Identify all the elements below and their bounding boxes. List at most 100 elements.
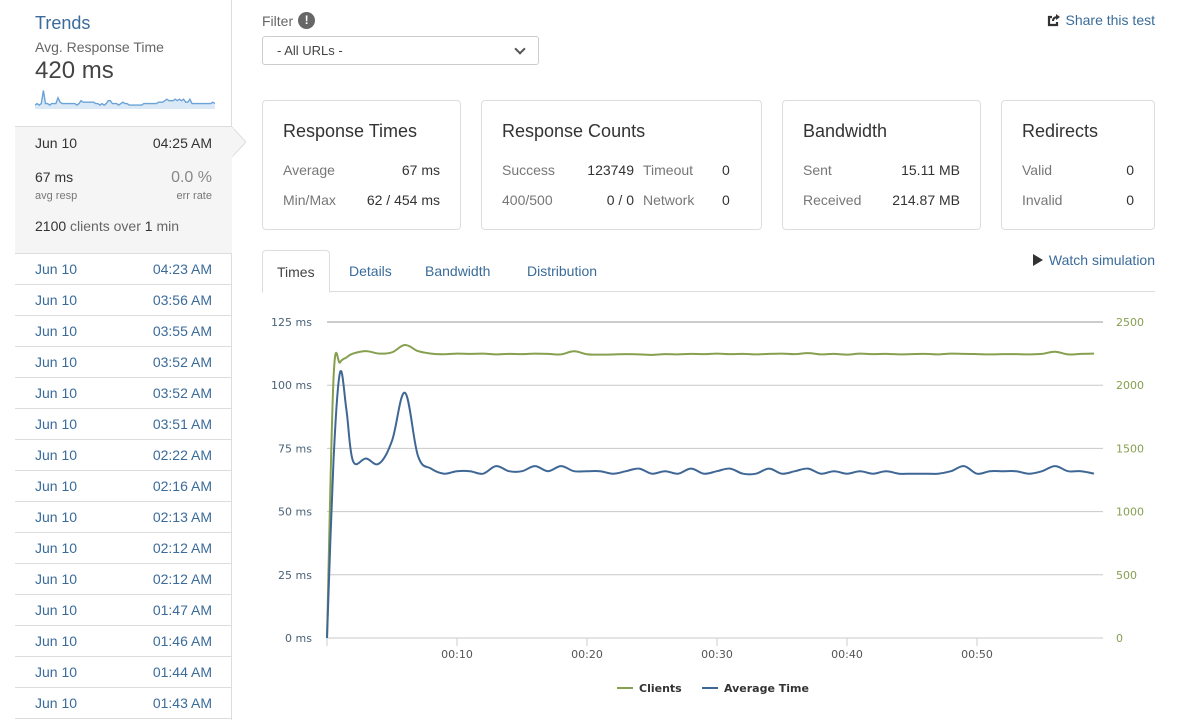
y-right-tick-label: 1000 <box>1116 506 1144 519</box>
y-left-tick-label: 125 ms <box>271 316 312 329</box>
watch-simulation-link[interactable]: Watch simulation <box>1032 252 1155 268</box>
run-list-item[interactable]: Jun 10 02:22 AM <box>15 440 232 471</box>
redirects-title: Redirects <box>1022 121 1099 141</box>
trends-panel: Trends Avg. Response Time 420 ms <box>15 0 231 126</box>
legend-label[interactable]: Average Time <box>724 682 809 695</box>
run-time: 03:51 AM <box>152 416 212 432</box>
run-list-item[interactable]: Jun 10 02:16 AM <box>15 471 232 502</box>
y-right-tick-label: 1500 <box>1116 442 1144 455</box>
clients-count: 2100 <box>35 218 67 234</box>
y-left-tick-label: 0 ms <box>285 632 312 645</box>
x-tick-label: 00:10 <box>441 648 473 661</box>
response-times-title: Response Times <box>283 121 418 141</box>
selected-run-date: Jun 10 <box>35 135 78 151</box>
info-icon[interactable]: ! <box>298 12 316 29</box>
run-date: Jun 10 <box>35 571 78 587</box>
timeout-value: 0 <box>722 162 730 178</box>
run-time: 01:47 AM <box>152 602 212 618</box>
series-line-average-time <box>326 369 1095 639</box>
legend-label[interactable]: Clients <box>639 682 682 695</box>
response-times-card: Response Times Average 67 ms Min/Max 62 / … <box>262 100 461 230</box>
series-line-clients <box>326 344 1095 639</box>
tab-details[interactable]: Details <box>349 250 392 292</box>
run-time: 02:13 AM <box>152 509 212 525</box>
y-right-tick-label: 2500 <box>1116 316 1144 329</box>
run-date: Jun 10 <box>35 354 78 370</box>
avg-resp-value: 67 ms <box>35 169 74 185</box>
run-list-item[interactable]: Jun 10 03:56 AM <box>15 285 232 316</box>
run-list-item[interactable]: Jun 10 03:52 AM <box>15 347 232 378</box>
bandwidth-card: Bandwidth Sent 15.11 MB Received 214.87 MB <box>782 100 981 230</box>
run-list: Jun 10 04:23 AM Jun 10 03:56 AM Jun 10 03:55 … <box>15 254 232 719</box>
url-filter-value: - All URLs - <box>277 43 343 58</box>
run-date: Jun 10 <box>35 695 78 711</box>
tab-bandwidth[interactable]: Bandwidth <box>425 250 490 292</box>
avg-resp-label: avg resp <box>35 190 78 202</box>
run-date: Jun 10 <box>35 385 78 401</box>
chevron-down-icon <box>514 42 526 55</box>
run-time: 04:23 AM <box>152 261 212 277</box>
run-date: Jun 10 <box>35 261 78 277</box>
selected-run[interactable]: Jun 10 04:25 AM 67 ms avg resp 0.0 % err… <box>15 126 246 254</box>
run-time: 01:46 AM <box>152 633 212 649</box>
run-list-item[interactable]: Jun 10 02:12 AM <box>15 564 232 595</box>
run-list-item[interactable]: Jun 10 03:55 AM <box>15 316 232 347</box>
sidebar: Trends Avg. Response Time 420 ms Jun 10 … <box>15 0 246 720</box>
share-icon <box>1047 14 1060 27</box>
response-counts-card: Response Counts Success 123749 Timeout 0… <box>481 100 762 230</box>
run-list-item[interactable]: Jun 10 03:51 AM <box>15 409 232 440</box>
run-list-item[interactable]: Jun 10 01:43 AM <box>15 688 232 719</box>
run-list-item[interactable]: Jun 10 04:23 AM <box>15 254 232 285</box>
share-test-link[interactable]: Share this test <box>1047 12 1155 28</box>
chart-tabs: Times Details Bandwidth Distribution <box>262 250 1155 293</box>
minmax-label: Min/Max <box>283 192 336 208</box>
sent-value: 15.11 MB <box>901 162 960 178</box>
err-rate-label: err rate <box>176 190 212 202</box>
received-value: 214.87 MB <box>892 192 960 208</box>
y-left-tick-label: 100 ms <box>271 379 312 392</box>
run-list-item[interactable]: Jun 10 02:12 AM <box>15 533 232 564</box>
run-date: Jun 10 <box>35 509 78 525</box>
trends-subtitle: Avg. Response Time <box>35 39 164 55</box>
run-list-item[interactable]: Jun 10 01:46 AM <box>15 626 232 657</box>
x-tick-label: 00:20 <box>571 648 603 661</box>
run-list-item[interactable]: Jun 10 02:13 AM <box>15 502 232 533</box>
run-date: Jun 10 <box>35 447 78 463</box>
run-list-item[interactable]: Jun 10 01:44 AM <box>15 657 232 688</box>
invalid-value: 0 <box>1126 192 1134 208</box>
chart-legend: Clients Average Time <box>617 682 809 695</box>
bandwidth-title: Bandwidth <box>803 121 888 141</box>
url-filter-select[interactable]: - All URLs - <box>262 36 539 65</box>
average-label: Average <box>283 162 335 178</box>
invalid-label: Invalid <box>1022 192 1063 208</box>
clients-text: clients over <box>70 218 141 234</box>
run-time: 01:43 AM <box>152 695 212 711</box>
run-date: Jun 10 <box>35 478 78 494</box>
run-time: 02:22 AM <box>152 447 212 463</box>
success-label: Success <box>502 162 555 178</box>
received-label: Received <box>803 192 862 208</box>
run-time: 03:52 AM <box>152 385 212 401</box>
tab-times[interactable]: Times <box>262 250 330 293</box>
x-tick-label: 00:40 <box>831 648 863 661</box>
tab-distribution[interactable]: Distribution <box>527 250 597 292</box>
selected-run-time: 04:25 AM <box>152 135 212 151</box>
run-time: 02:12 AM <box>152 540 212 556</box>
run-date: Jun 10 <box>35 323 78 339</box>
sent-label: Sent <box>803 162 832 178</box>
watch-label: Watch simulation <box>1048 252 1155 268</box>
run-time: 02:16 AM <box>152 478 212 494</box>
trends-value: 420 ms <box>35 57 114 84</box>
network-label: Network <box>643 192 695 208</box>
run-date: Jun 10 <box>35 540 78 556</box>
trends-sparkline <box>35 90 215 109</box>
run-time: 03:52 AM <box>152 354 212 370</box>
play-icon <box>1032 254 1043 266</box>
x-tick-label: 00:30 <box>701 648 733 661</box>
run-time: 02:12 AM <box>152 571 212 587</box>
run-list-item[interactable]: Jun 10 03:52 AM <box>15 378 232 409</box>
run-list-item[interactable]: Jun 10 01:47 AM <box>15 595 232 626</box>
trends-title[interactable]: Trends <box>35 13 213 34</box>
y-left-tick-label: 25 ms <box>278 569 312 582</box>
run-date: Jun 10 <box>35 664 78 680</box>
